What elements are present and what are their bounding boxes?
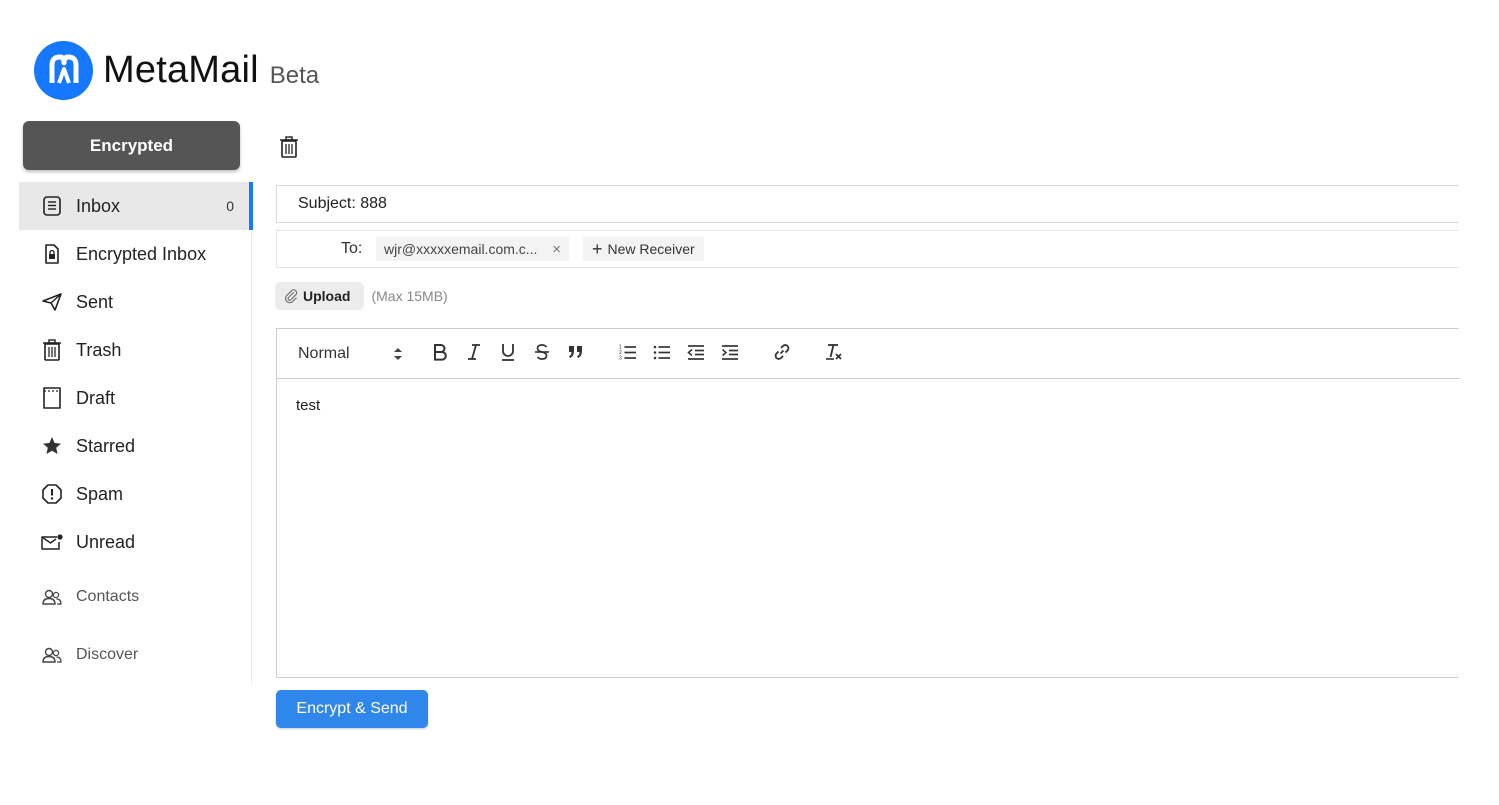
sidebar-item-label: Inbox <box>76 195 121 216</box>
sidebar-item-label: Encrypted Inbox <box>76 243 207 264</box>
sidebar-item-discover[interactable]: Discover <box>19 631 252 679</box>
paper-plane-icon <box>39 289 65 315</box>
bullet-list-icon <box>653 343 671 366</box>
delete-draft-button[interactable] <box>276 135 302 163</box>
upload-button[interactable]: Upload <box>275 282 365 310</box>
bold-button[interactable] <box>428 342 452 366</box>
sidebar-item-label: Trash <box>76 339 122 360</box>
sidebar-item-label: Draft <box>76 387 116 408</box>
to-label: To: <box>341 240 363 257</box>
link-button[interactable] <box>770 342 794 366</box>
warning-shield-icon <box>39 481 65 507</box>
sidebar-item-unread[interactable]: Unread <box>19 518 252 566</box>
inbox-icon <box>39 193 65 219</box>
lock-file-icon <box>39 241 65 267</box>
sidebar-item-label: Unread <box>76 531 136 552</box>
outdent-icon <box>687 343 705 366</box>
encrypted-compose-button[interactable]: Encrypted <box>23 121 240 170</box>
inbox-count-badge: 0 <box>226 198 234 214</box>
encrypt-send-button[interactable]: Encrypt & Send <box>276 690 428 728</box>
subject-field[interactable]: Subject: 888 <box>276 185 1459 223</box>
metamail-logo-icon <box>34 41 93 100</box>
strike-button[interactable] <box>530 342 554 366</box>
quote-icon <box>567 344 585 365</box>
recipient-address: wjr@xxxxxemail.com.c... <box>384 241 538 257</box>
new-receiver-button[interactable]: + New Receiver <box>583 237 704 261</box>
blockquote-button[interactable] <box>564 342 588 366</box>
sidebar-item-label: Discover <box>76 646 139 663</box>
strikethrough-icon <box>534 343 550 366</box>
sidebar-item-inbox[interactable]: Inbox 0 <box>19 182 253 230</box>
format-select-value: Normal <box>298 345 350 362</box>
message-body[interactable]: test <box>296 397 320 414</box>
draft-file-icon <box>39 385 65 411</box>
clear-format-button[interactable] <box>822 342 846 366</box>
sidebar-item-sent[interactable]: Sent <box>19 278 252 326</box>
underline-button[interactable] <box>496 342 520 366</box>
discover-icon <box>39 642 65 668</box>
italic-icon <box>466 343 482 366</box>
outdent-button[interactable] <box>684 342 708 366</box>
clear-format-icon <box>824 342 844 367</box>
contacts-icon <box>39 584 65 610</box>
brand-logo[interactable]: MetaMail Beta <box>34 41 319 100</box>
trash-icon <box>39 337 65 363</box>
recipients-field[interactable]: To: wjr@xxxxxemail.com.c... × + New Rece… <box>276 230 1459 268</box>
attachment-row: Upload (Max 15MB) <box>275 282 448 310</box>
paperclip-icon <box>283 288 299 304</box>
ordered-list-icon: 123 <box>619 343 637 366</box>
sidebar-item-label: Spam <box>76 483 124 504</box>
brand-tag: Beta <box>269 61 320 89</box>
sidebar-item-encrypted-inbox[interactable]: Encrypted Inbox <box>19 230 252 278</box>
trash-icon <box>278 135 300 164</box>
sidebar-item-draft[interactable]: Draft <box>19 374 252 422</box>
ordered-list-button[interactable]: 123 <box>616 342 640 366</box>
underline-icon <box>500 343 516 366</box>
bold-icon <box>432 343 448 366</box>
sidebar-item-label: Starred <box>76 435 136 456</box>
indent-button[interactable] <box>718 342 742 366</box>
sidebar-item-label: Sent <box>76 291 114 312</box>
svg-text:3: 3 <box>619 355 622 361</box>
sidebar-item-starred[interactable]: Starred <box>19 422 252 470</box>
sidebar-item-label: Contacts <box>76 588 140 605</box>
indent-icon <box>721 343 739 366</box>
plus-icon: + <box>592 239 603 259</box>
editor-toolbar: Normal 123 <box>277 329 1460 379</box>
brand-name: MetaMail <box>103 49 259 91</box>
upload-size-hint: (Max 15MB) <box>371 288 448 304</box>
recipient-tag[interactable]: wjr@xxxxxemail.com.c... × <box>376 237 569 261</box>
sidebar-item-contacts[interactable]: Contacts <box>19 573 252 621</box>
sidebar-nav: Inbox 0 Encrypted Inbox Sent Trash Draft… <box>19 182 253 684</box>
upload-label: Upload <box>303 288 351 304</box>
bullet-list-button[interactable] <box>650 342 674 366</box>
unread-mail-icon <box>39 529 65 555</box>
remove-recipient-icon[interactable]: × <box>552 241 561 258</box>
format-select[interactable]: Normal <box>298 343 403 365</box>
star-icon <box>39 433 65 459</box>
sidebar-item-spam[interactable]: Spam <box>19 470 252 518</box>
link-icon <box>772 342 792 367</box>
message-editor: Normal 123 test <box>276 328 1460 678</box>
select-arrows-icon <box>393 347 403 366</box>
new-receiver-label: New Receiver <box>607 241 695 257</box>
sidebar-item-trash[interactable]: Trash <box>19 326 252 374</box>
app-root: MetaMail Beta Encrypted Inbox 0 Encrypte… <box>0 0 1499 805</box>
italic-button[interactable] <box>462 342 486 366</box>
